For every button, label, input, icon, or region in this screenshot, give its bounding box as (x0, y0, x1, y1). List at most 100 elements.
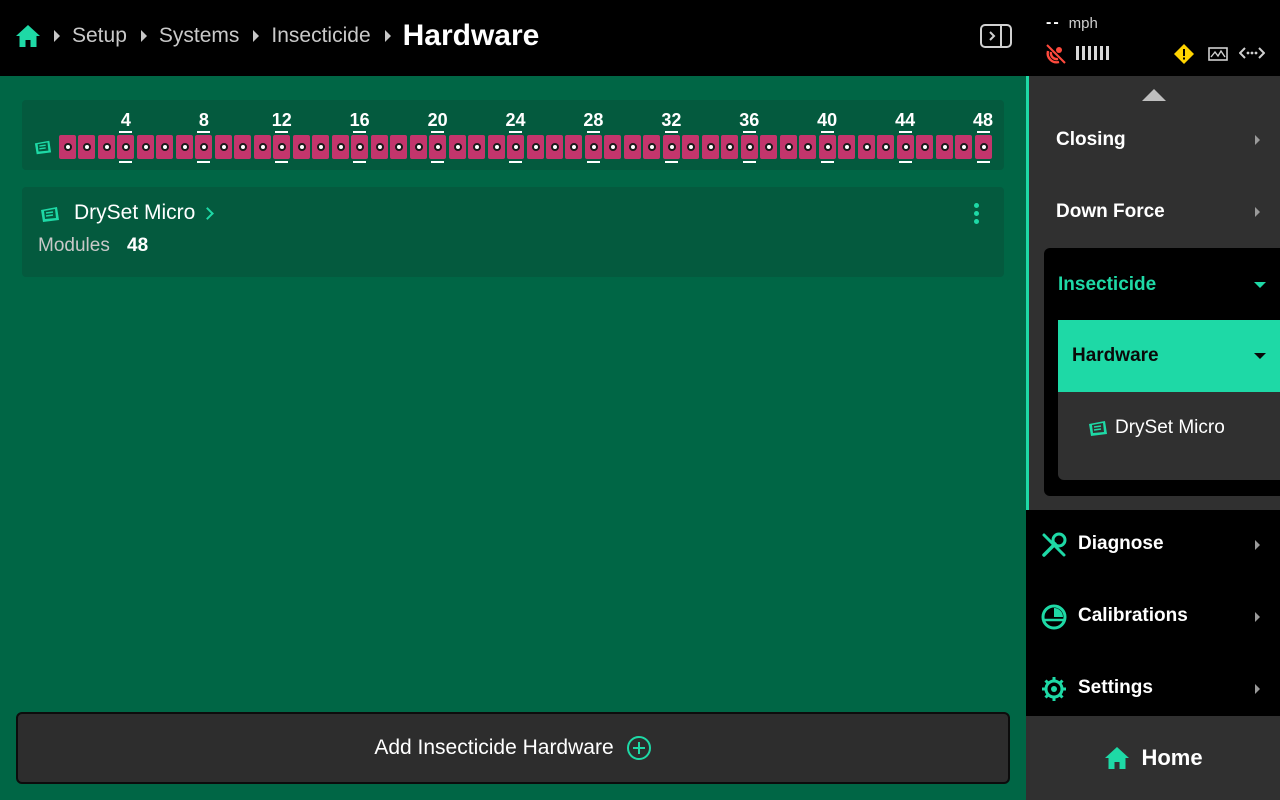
hardware-module-icon (41, 207, 59, 222)
side-item-diagnose[interactable]: Diagnose (1026, 509, 1280, 581)
side-item-dryset-micro[interactable]: DrySet Micro (1115, 417, 1225, 439)
gps-disconnected-icon[interactable] (1044, 42, 1068, 66)
row-cell-3 (97, 135, 115, 159)
hardware-name: DrySet Micro (74, 201, 196, 224)
breadcrumb-insecticide[interactable]: Insecticide (271, 24, 370, 48)
breadcrumb-systems[interactable]: Systems (159, 24, 240, 48)
row-dot (706, 143, 715, 151)
row-number-label: 32 (661, 110, 682, 130)
side-item-insecticide[interactable]: Insecticide (1058, 274, 1156, 296)
side-item-hardware[interactable]: Hardware (1058, 320, 1280, 392)
side-panel: Closing Down Force Insecticide Hardware … (1026, 76, 1280, 800)
speed-readout: -- mph (1046, 14, 1098, 32)
row-dot (589, 143, 598, 151)
row-cell-36 (740, 131, 758, 163)
row-cell-21 (448, 135, 466, 159)
row-cell-20 (429, 131, 447, 163)
row-cell-10 (234, 135, 252, 159)
home-button[interactable]: Home (1026, 716, 1280, 800)
row-dot (200, 143, 209, 151)
hardware-sub-list: DrySet Micro (1058, 392, 1280, 480)
add-hardware-button[interactable]: Add Insecticide Hardware (16, 712, 1010, 784)
row-cell-16 (351, 131, 369, 163)
row-dot (570, 143, 579, 151)
home-icon[interactable] (14, 22, 42, 50)
row-cell-42 (857, 135, 875, 159)
row-dot (979, 143, 988, 151)
row-dot (414, 143, 423, 151)
row-dot (512, 143, 521, 151)
hardware-card[interactable]: DrySet Micro Modules 48 (22, 187, 1004, 277)
row-dot (83, 143, 92, 151)
row-dot (921, 143, 930, 151)
row-number-label: 36 (739, 110, 760, 130)
row-cell-43 (877, 135, 895, 159)
row-cell-31 (643, 135, 661, 159)
row-status-bar[interactable]: 4 8 12 16 20 24 28 32 36 40 44 48 (22, 100, 1004, 170)
chevron-right-icon (201, 206, 215, 220)
side-item-settings[interactable]: Settings (1026, 653, 1280, 725)
row-cell-4 (117, 131, 135, 163)
row-dot (102, 143, 111, 151)
chevron-right-icon (1255, 540, 1260, 550)
row-cell-23 (487, 135, 505, 159)
row-cell-7 (175, 135, 193, 159)
chevron-right-icon (1255, 684, 1260, 694)
panel-toggle-icon[interactable] (979, 22, 1013, 50)
side-item-down-force[interactable]: Down Force (1056, 201, 1165, 223)
status-area: -- mph (1026, 0, 1280, 76)
side-item-closing[interactable]: Closing (1056, 129, 1126, 151)
row-cell-35 (721, 135, 739, 159)
row-cell-13 (292, 135, 310, 159)
hardware-module-icon (34, 140, 52, 155)
settings-label: Settings (1078, 677, 1153, 698)
row-dot (180, 143, 189, 151)
row-cell-38 (779, 135, 797, 159)
breadcrumb-separator-icon (384, 30, 391, 42)
row-dot (940, 143, 949, 151)
row-dot (609, 143, 618, 151)
row-cell-47 (955, 135, 973, 159)
more-options-icon[interactable] (972, 203, 980, 225)
connection-arrows-icon[interactable] (1239, 44, 1265, 62)
row-dot (141, 143, 150, 151)
row-dot (765, 143, 774, 151)
row-dot (960, 143, 969, 151)
row-dot (336, 143, 345, 151)
row-dot (687, 143, 696, 151)
modules-value: 48 (127, 235, 149, 256)
hardware-name-link[interactable]: DrySet Micro (74, 201, 215, 225)
row-dot (453, 143, 462, 151)
row-strip (59, 131, 994, 163)
side-item-calibrations[interactable]: Calibrations (1026, 581, 1280, 653)
row-dot (356, 143, 365, 151)
implement-icon[interactable] (1207, 45, 1229, 63)
row-dot (473, 143, 482, 151)
row-dot (531, 143, 540, 151)
row-cell-15 (331, 135, 349, 159)
home-icon (1105, 747, 1130, 769)
side-nav-scroll[interactable]: Closing Down Force Insecticide Hardware … (1026, 76, 1280, 510)
row-cell-33 (682, 135, 700, 159)
row-cell-11 (253, 135, 271, 159)
row-number-label: 4 (120, 110, 131, 130)
breadcrumb-setup[interactable]: Setup (72, 24, 127, 48)
row-cell-14 (312, 135, 330, 159)
row-dot (64, 143, 72, 151)
calibrations-label: Calibrations (1078, 605, 1188, 626)
row-cell-6 (156, 135, 174, 159)
row-dot (882, 143, 891, 151)
scroll-up-icon[interactable] (1142, 89, 1166, 101)
chevron-down-icon (1254, 353, 1266, 359)
row-number-label: 16 (349, 110, 370, 130)
insecticide-group: Insecticide Hardware DrySet Micro (1044, 248, 1280, 496)
chevron-down-icon (1254, 282, 1266, 288)
row-dot (278, 143, 287, 151)
row-dot (862, 143, 871, 151)
row-cell-48 (974, 131, 992, 163)
row-dot (434, 143, 443, 151)
add-hardware-label: Add Insecticide Hardware (374, 736, 614, 759)
warning-icon[interactable] (1173, 43, 1195, 65)
row-cell-26 (545, 135, 563, 159)
row-cell-17 (370, 135, 388, 159)
